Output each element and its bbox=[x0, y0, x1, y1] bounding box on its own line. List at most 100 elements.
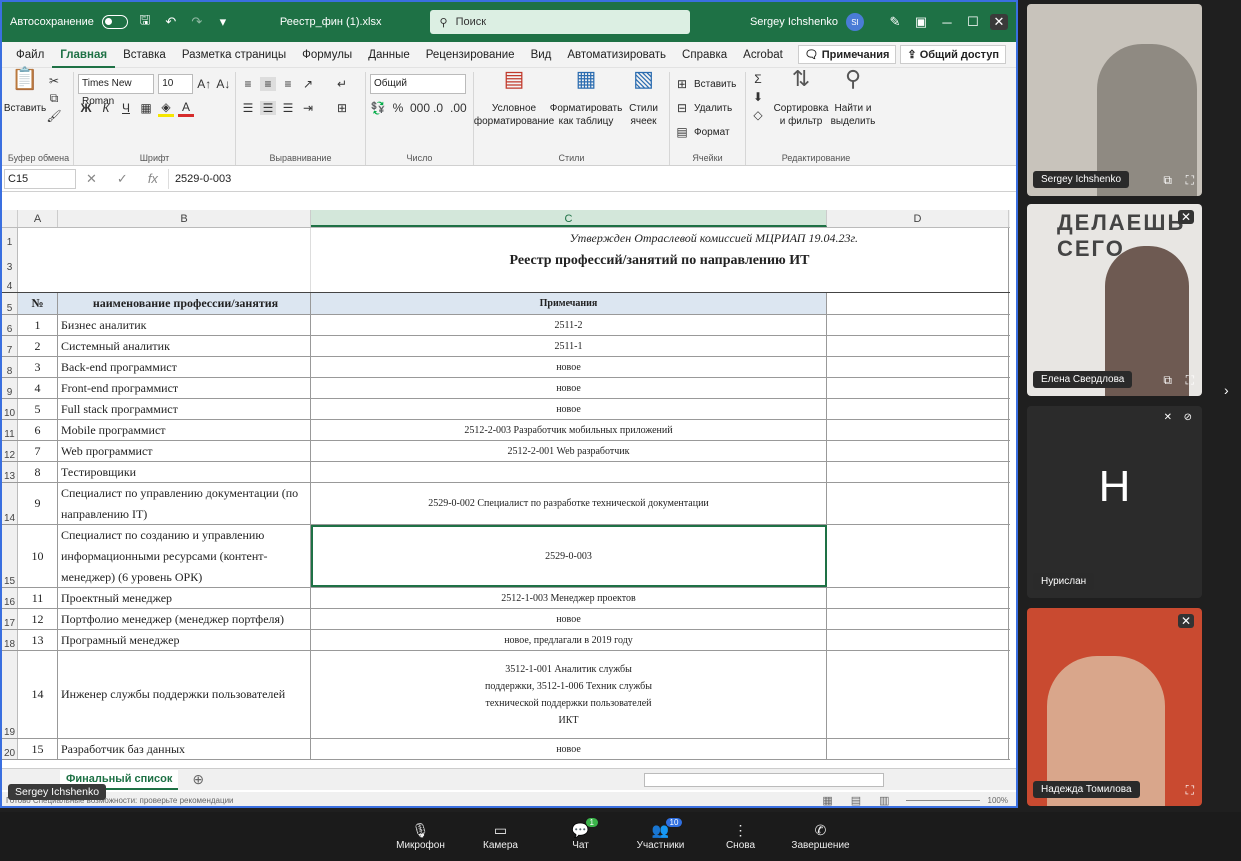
cell-b[interactable]: Web программист bbox=[58, 441, 311, 461]
cell-c[interactable]: 2512-1-003 Менеджер проектов bbox=[311, 588, 827, 608]
cell-b[interactable]: Тестировщики bbox=[58, 462, 311, 482]
function-icon[interactable]: fx bbox=[148, 171, 158, 186]
cell-b[interactable]: Бизнес аналитик bbox=[58, 315, 311, 335]
cell-d[interactable] bbox=[827, 315, 1009, 335]
name-box[interactable]: C15 bbox=[4, 168, 76, 189]
video-tile-elena[interactable]: ДЕЛАЕШЬ СЕГО Елена Свердлова ✕ ⧉ ⛶ bbox=[1027, 204, 1202, 396]
video-tile-sergey[interactable]: Sergey Ichshenko ⧉ ⛶ bbox=[1027, 4, 1202, 196]
row-number[interactable]: 6 bbox=[2, 315, 18, 335]
cell-c[interactable]: Утвержден Отраслевой комиссией МЦРИАП 19… bbox=[311, 228, 1009, 248]
tab-home[interactable]: Главная bbox=[52, 42, 116, 68]
cell-a[interactable]: 10 bbox=[18, 525, 58, 587]
row-number[interactable]: 4 bbox=[2, 273, 18, 292]
cell-b[interactable]: Специалист по управлению документации (п… bbox=[58, 483, 311, 524]
format-as-table-button[interactable]: ▦ Форматировать как таблицу bbox=[550, 68, 623, 165]
select-all-corner[interactable] bbox=[2, 210, 18, 227]
cell-c[interactable]: новое bbox=[311, 357, 827, 377]
row-number[interactable]: 3 bbox=[2, 248, 18, 273]
row-number[interactable]: 10 bbox=[2, 399, 18, 419]
cell-b[interactable]: Front-end программист bbox=[58, 378, 311, 398]
align-bottom-icon[interactable]: ≡ bbox=[280, 77, 296, 91]
end-call-button[interactable]: ✆ Завершение bbox=[790, 812, 852, 861]
wrap-text-icon[interactable]: ↵ bbox=[334, 77, 350, 91]
cell-a[interactable]: 3 bbox=[18, 357, 58, 377]
fullscreen-icon[interactable]: ⛶ bbox=[1186, 173, 1194, 188]
page-break-icon[interactable]: ▥ bbox=[879, 794, 889, 807]
comments-button[interactable]: 🗨 Примечания bbox=[797, 45, 897, 64]
cell-c[interactable]: 2511-2 bbox=[311, 315, 827, 335]
fullscreen-icon[interactable]: ⛶ bbox=[1186, 783, 1194, 798]
cell-b[interactable]: Програмный менеджер bbox=[58, 630, 311, 650]
font-name-select[interactable]: Times New Roman bbox=[78, 74, 155, 107]
row-number[interactable]: 16 bbox=[2, 588, 18, 608]
percent-icon[interactable]: % bbox=[390, 101, 406, 115]
row-number[interactable]: 15 bbox=[2, 525, 18, 587]
ribbon-display-icon[interactable]: ▣ bbox=[912, 14, 930, 30]
cell-a[interactable]: 15 bbox=[18, 739, 58, 759]
align-right-icon[interactable]: ☰ bbox=[280, 101, 296, 115]
underline-icon[interactable]: Ч bbox=[118, 101, 134, 115]
cell-a[interactable]: 12 bbox=[18, 609, 58, 629]
cell-d[interactable] bbox=[827, 609, 1009, 629]
search-box[interactable]: ⚲ Поиск bbox=[429, 10, 690, 34]
cell-c[interactable]: Примечания bbox=[311, 293, 827, 314]
share-button[interactable]: ⇪ Общий доступ bbox=[900, 45, 1006, 64]
redo-icon[interactable]: ↷ bbox=[188, 14, 206, 30]
tab-automate[interactable]: Автоматизировать bbox=[559, 42, 674, 68]
cell-d[interactable] bbox=[827, 420, 1009, 440]
cell-a[interactable]: 14 bbox=[18, 651, 58, 738]
row-number[interactable]: 19 bbox=[2, 651, 18, 738]
delete-cells-button[interactable]: Удалить bbox=[694, 103, 732, 114]
cell-c[interactable] bbox=[311, 462, 827, 482]
merge-icon[interactable]: ⊞ bbox=[334, 101, 350, 115]
cut-icon[interactable]: ✂ bbox=[46, 74, 62, 88]
cell-a[interactable]: 11 bbox=[18, 588, 58, 608]
cell-ab[interactable] bbox=[18, 248, 311, 273]
normal-view-icon[interactable]: ▦ bbox=[822, 794, 832, 807]
tab-review[interactable]: Рецензирование bbox=[418, 42, 523, 68]
indent-icon[interactable]: ⇥ bbox=[300, 101, 316, 115]
format-cells-button[interactable]: Формат bbox=[694, 127, 730, 138]
bold-icon[interactable]: Ж bbox=[78, 101, 94, 115]
control-participants-button[interactable]: 👥 10 Участники bbox=[630, 812, 692, 861]
cell-b[interactable]: Системный аналитик bbox=[58, 336, 311, 356]
row-number[interactable]: 8 bbox=[2, 357, 18, 377]
insert-cells-button[interactable]: Вставить bbox=[694, 79, 736, 90]
account-name[interactable]: Sergey Ichshenko bbox=[750, 16, 838, 28]
next-page-chevron-icon[interactable]: › bbox=[1224, 382, 1229, 398]
column-header-d[interactable]: D bbox=[827, 210, 1009, 227]
cell-c[interactable]: 3512-1-001 Аналитик службы поддержки, 35… bbox=[311, 651, 827, 738]
cell-styles-button[interactable]: ▧ Стили ячеек bbox=[622, 68, 665, 165]
number-format-select[interactable]: Общий bbox=[370, 74, 466, 94]
column-header-b[interactable]: B bbox=[58, 210, 311, 227]
cell-d[interactable] bbox=[827, 336, 1009, 356]
cell-d[interactable] bbox=[827, 651, 1009, 738]
cell-b[interactable]: наименование профессии/занятия bbox=[58, 293, 311, 314]
tab-help[interactable]: Справка bbox=[674, 42, 735, 68]
align-middle-icon[interactable]: ≡ bbox=[260, 77, 276, 91]
avatar[interactable]: SI bbox=[846, 13, 864, 31]
popout-icon[interactable]: ⧉ bbox=[1163, 373, 1172, 388]
cell-c[interactable]: новое bbox=[311, 378, 827, 398]
tab-formulas[interactable]: Формулы bbox=[294, 42, 360, 68]
cell-d[interactable] bbox=[827, 378, 1009, 398]
column-header-c[interactable]: C bbox=[311, 210, 827, 227]
video-tile-nadezhda[interactable]: Надежда Томилова ✕ ⛶ bbox=[1027, 608, 1202, 806]
row-number[interactable]: 11 bbox=[2, 420, 18, 440]
autosum-icon[interactable]: Σ bbox=[750, 72, 766, 86]
cell-c[interactable] bbox=[311, 273, 1009, 292]
file-name[interactable]: Реестр_фин (1).xlsx bbox=[280, 16, 382, 28]
currency-icon[interactable]: 💱 bbox=[370, 101, 386, 115]
increase-font-icon[interactable]: A↑ bbox=[197, 77, 212, 91]
row-number[interactable]: 18 bbox=[2, 630, 18, 650]
save-icon[interactable]: 🖫 bbox=[136, 11, 154, 33]
fill-color-icon[interactable]: ◈ bbox=[158, 100, 174, 117]
row-number[interactable]: 5 bbox=[2, 293, 18, 314]
paste-button[interactable]: 📋 Вставить bbox=[4, 68, 46, 123]
align-left-icon[interactable]: ☰ bbox=[240, 101, 256, 115]
cell-d[interactable] bbox=[827, 483, 1009, 524]
cell-d[interactable] bbox=[827, 441, 1009, 461]
cell-c[interactable]: 2512-2-003 Разработчик мобильных приложе… bbox=[311, 420, 827, 440]
tab-acrobat[interactable]: Acrobat bbox=[735, 42, 791, 68]
zoom-level[interactable]: 100% bbox=[988, 796, 1008, 805]
